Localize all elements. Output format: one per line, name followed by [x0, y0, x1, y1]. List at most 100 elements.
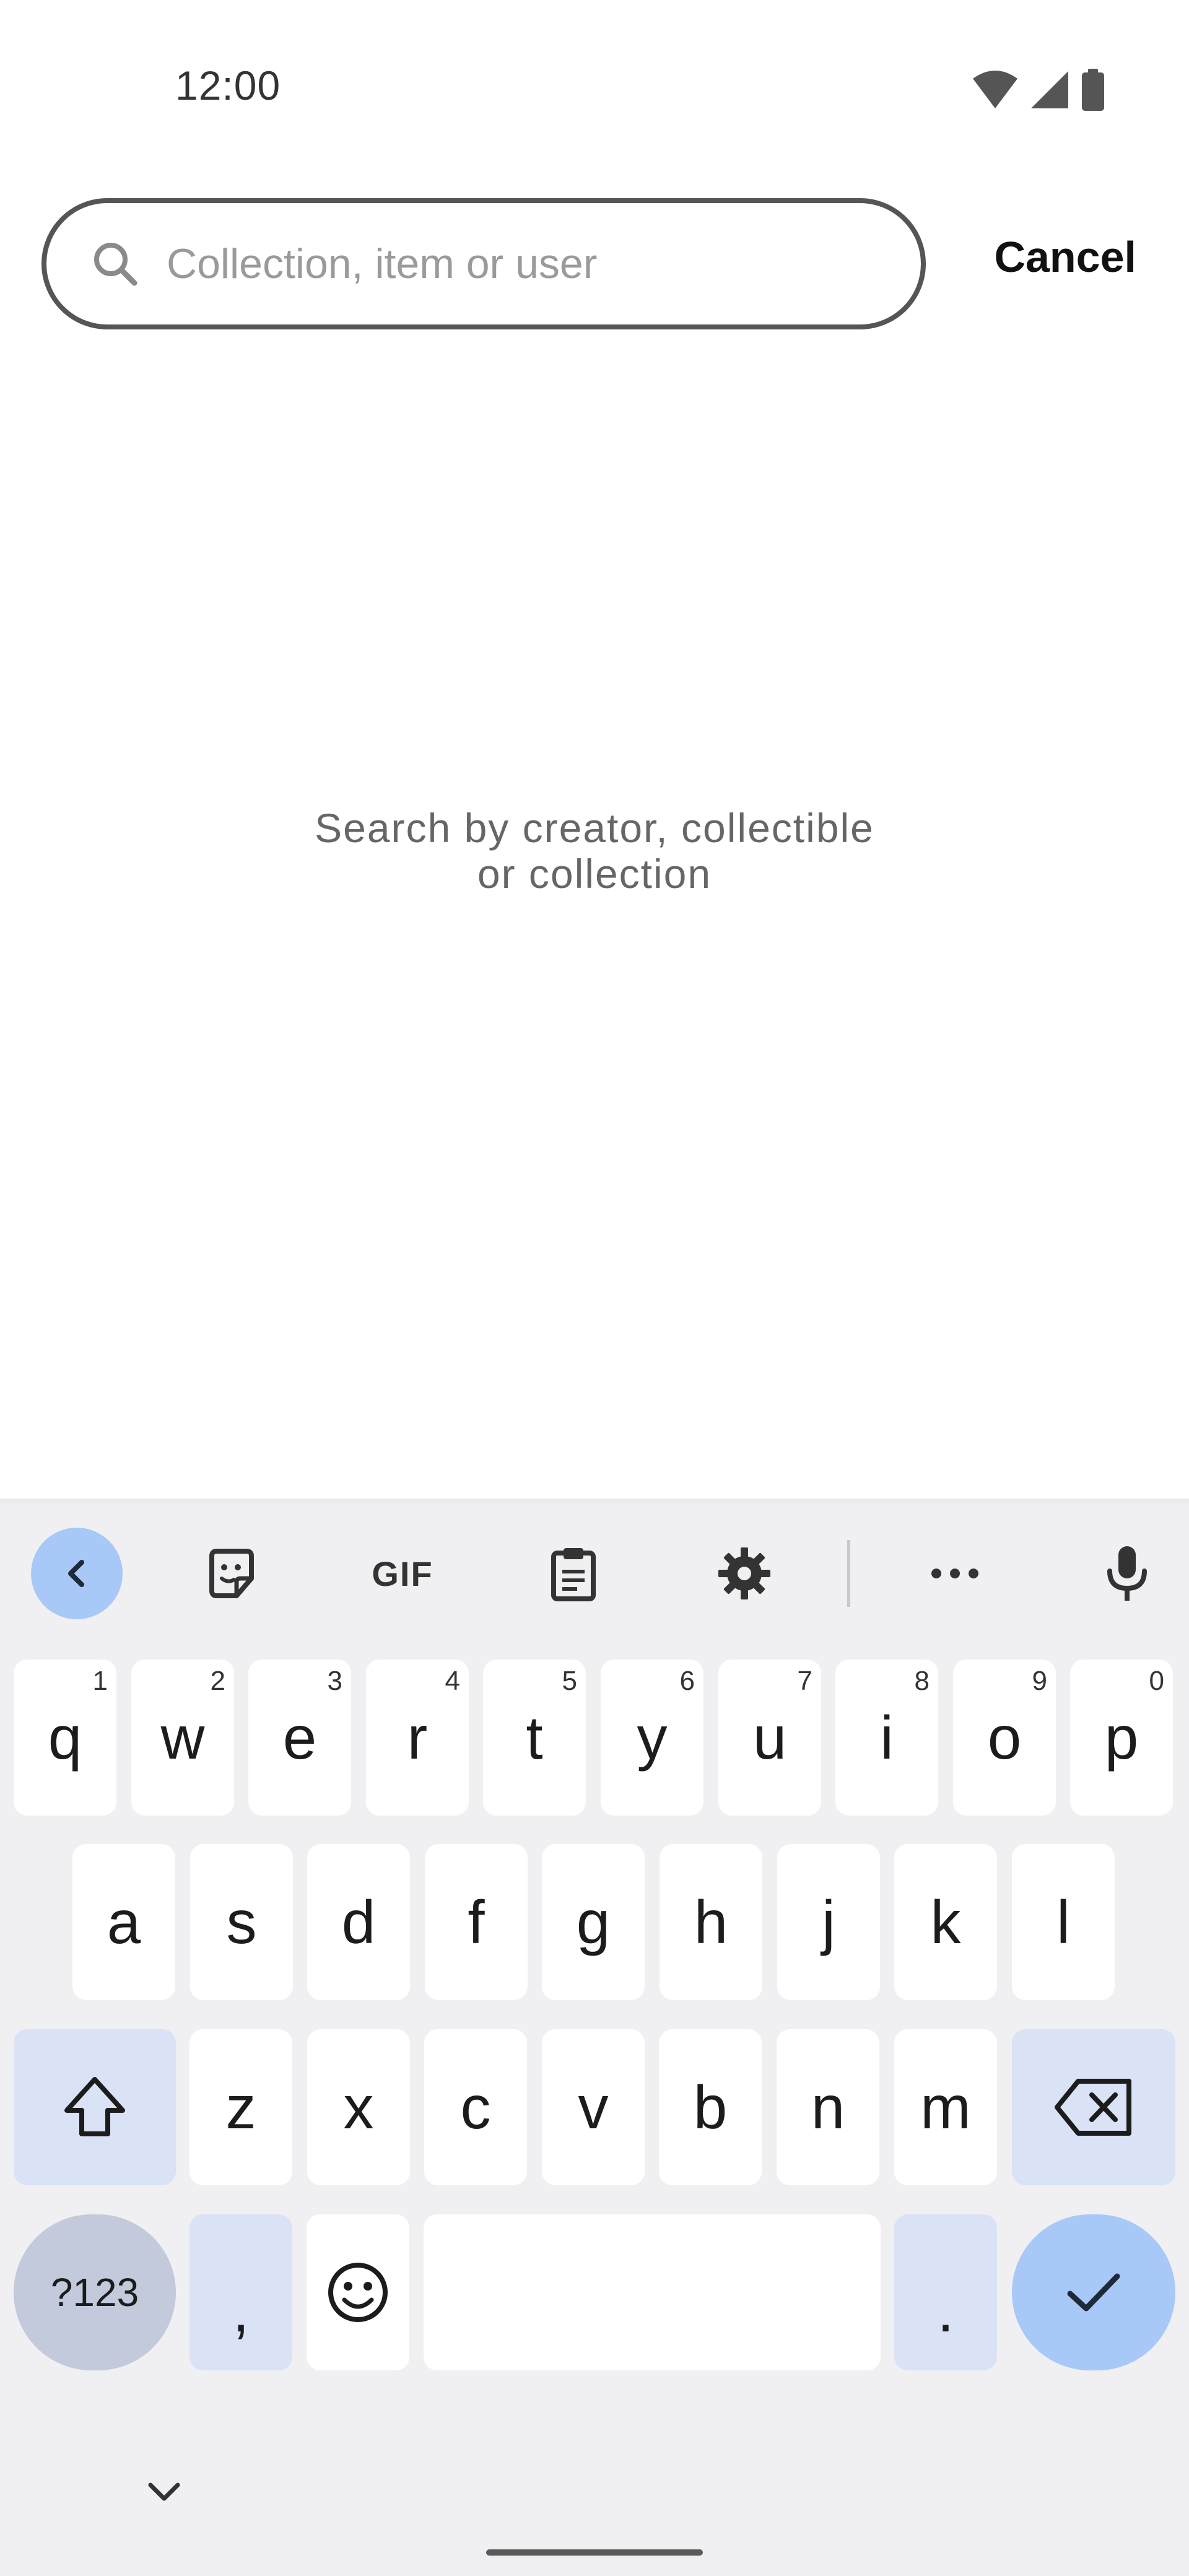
toolbar-divider: [847, 1540, 850, 1607]
key-hint: 3: [327, 1666, 342, 1696]
cell-signal-icon: [1031, 71, 1068, 108]
key-c[interactable]: c: [424, 2029, 527, 2185]
key-label: m: [920, 2073, 971, 2141]
empty-state-line-1: Search by creator, collectible: [315, 805, 874, 851]
key-q[interactable]: q1: [14, 1660, 116, 1816]
key-label: n: [811, 2073, 845, 2141]
clipboard-icon: [551, 1548, 596, 1601]
key-a[interactable]: a: [72, 1844, 175, 2000]
key-label: q: [48, 1703, 82, 1772]
key-label: s: [226, 1887, 257, 1956]
search-icon: [94, 243, 137, 286]
key-hint: 7: [797, 1666, 812, 1696]
key-hint: 5: [562, 1666, 577, 1696]
key-o[interactable]: o9: [953, 1660, 1056, 1816]
key-label: o: [987, 1703, 1022, 1772]
key-s[interactable]: s: [190, 1844, 293, 2000]
key-m[interactable]: m: [894, 2029, 997, 2185]
sticker-button[interactable]: [186, 1528, 277, 1619]
keyboard-toolbar-back-button[interactable]: [31, 1528, 123, 1619]
clipboard-button[interactable]: [528, 1528, 619, 1619]
microphone-icon: [1107, 1546, 1147, 1601]
navigation-handle[interactable]: [486, 2549, 703, 2556]
key-hint: 1: [92, 1666, 108, 1696]
key-label: a: [107, 1887, 141, 1956]
key-hint: 8: [914, 1666, 930, 1696]
search-bar[interactable]: [41, 198, 926, 329]
key-label: d: [341, 1887, 376, 1956]
key-p[interactable]: p0: [1070, 1660, 1173, 1816]
key-y[interactable]: y6: [601, 1660, 703, 1816]
key-label: e: [282, 1703, 317, 1772]
key-label: k: [930, 1887, 961, 1956]
hide-keyboard-button[interactable]: [139, 2471, 189, 2514]
key-g[interactable]: g: [542, 1844, 645, 2000]
period-key[interactable]: .: [894, 2214, 997, 2370]
key-u[interactable]: u7: [718, 1660, 821, 1816]
more-options-button[interactable]: [909, 1528, 1001, 1619]
key-hint: 9: [1032, 1666, 1047, 1696]
key-d[interactable]: d: [307, 1844, 410, 2000]
symbols-key[interactable]: ?123: [14, 2214, 176, 2370]
keyboard-top-divider: [0, 1499, 1189, 1503]
key-hint: 2: [210, 1666, 225, 1696]
key-e[interactable]: e3: [248, 1660, 351, 1816]
shift-icon: [64, 2077, 125, 2136]
key-label: f: [468, 1887, 485, 1956]
key-label: v: [578, 2073, 609, 2141]
key-label: y: [637, 1703, 668, 1772]
voice-input-button[interactable]: [1081, 1528, 1173, 1619]
key-r[interactable]: r4: [366, 1660, 469, 1816]
key-k[interactable]: k: [894, 1844, 997, 2000]
key-label: j: [822, 1887, 835, 1956]
empty-state-line-2: or collection: [477, 851, 712, 897]
key-f[interactable]: f: [425, 1844, 528, 2000]
empty-state-message: Search by creator, collectible or collec…: [0, 805, 1189, 897]
emoji-icon: [328, 2263, 388, 2322]
key-label: c: [460, 2073, 491, 2141]
key-b[interactable]: b: [659, 2029, 762, 2185]
key-w[interactable]: w2: [131, 1660, 234, 1816]
enter-key[interactable]: [1012, 2214, 1175, 2370]
key-label: z: [225, 2073, 256, 2141]
chevron-down-icon: [148, 2482, 180, 2501]
key-label: h: [694, 1887, 728, 1956]
gear-icon: [718, 1547, 770, 1599]
key-h[interactable]: h: [660, 1844, 762, 2000]
space-key[interactable]: [424, 2214, 881, 2370]
key-t[interactable]: t5: [483, 1660, 586, 1816]
status-icons: [972, 65, 1105, 115]
key-hint: 4: [445, 1666, 460, 1696]
key-hint: 6: [679, 1666, 695, 1696]
cancel-button[interactable]: Cancel: [994, 232, 1136, 282]
emoji-key[interactable]: [307, 2214, 409, 2370]
chevron-left-icon: [68, 1560, 84, 1587]
gif-button[interactable]: GIF: [357, 1528, 448, 1619]
key-label: u: [752, 1703, 787, 1772]
key-label: b: [693, 2073, 728, 2141]
key-label: g: [576, 1887, 611, 1956]
comma-key[interactable]: ,: [189, 2214, 292, 2370]
key-l[interactable]: l: [1012, 1844, 1115, 2000]
key-label: t: [526, 1703, 543, 1772]
key-label: i: [880, 1703, 894, 1772]
shift-key[interactable]: [14, 2029, 176, 2185]
key-i[interactable]: i8: [835, 1660, 938, 1816]
keyboard-settings-button[interactable]: [699, 1528, 790, 1619]
key-x[interactable]: x: [307, 2029, 410, 2185]
key-z[interactable]: z: [189, 2029, 292, 2185]
key-label: l: [1056, 1887, 1070, 1956]
key-j[interactable]: j: [777, 1844, 880, 2000]
search-input[interactable]: [167, 233, 921, 295]
sticker-icon: [209, 1549, 254, 1598]
battery-icon: [1082, 69, 1104, 111]
key-n[interactable]: n: [777, 2029, 879, 2185]
key-v[interactable]: v: [542, 2029, 645, 2185]
checkmark-icon: [1067, 2273, 1120, 2312]
backspace-key[interactable]: [1012, 2029, 1175, 2185]
key-label: p: [1104, 1703, 1139, 1772]
wifi-icon: [973, 71, 1017, 108]
gif-label: GIF: [372, 1554, 433, 1593]
key-label: w: [160, 1703, 205, 1772]
key-label: r: [407, 1703, 428, 1772]
